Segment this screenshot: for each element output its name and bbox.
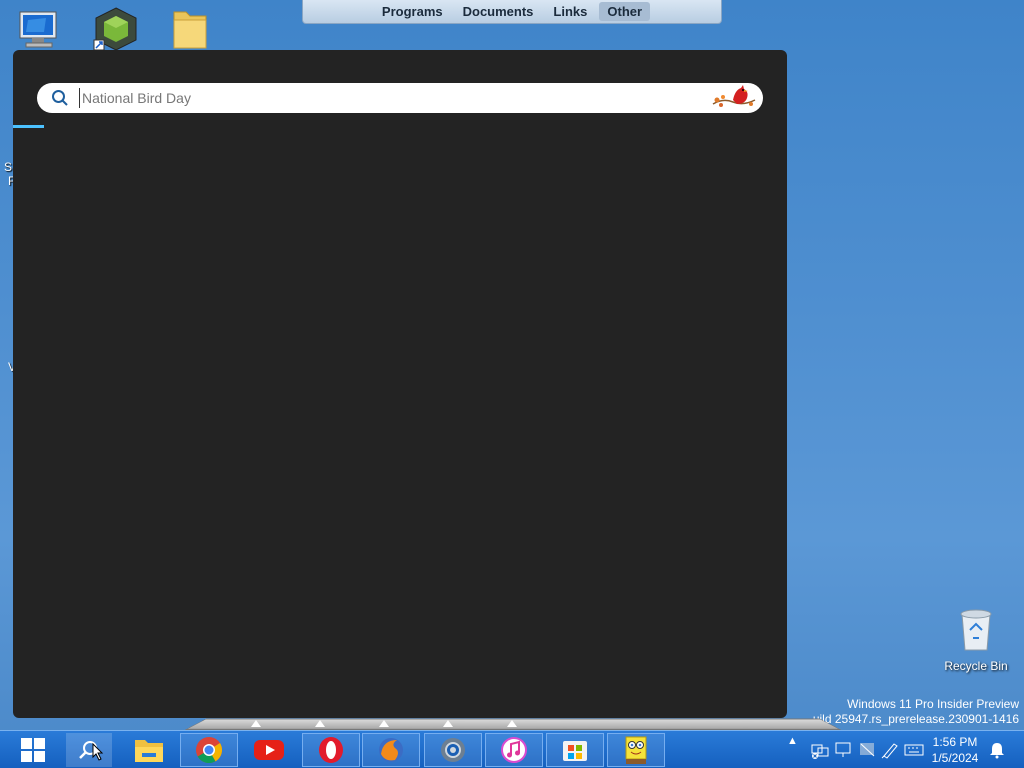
search-box[interactable] <box>37 83 763 113</box>
windows-watermark: Windows 11 Pro Insider Preview uild 2594… <box>813 697 1019 727</box>
mouse-cursor-icon <box>92 743 104 761</box>
search-input[interactable] <box>79 88 699 108</box>
loading-progress-fill <box>13 125 44 128</box>
firefox-icon <box>379 738 403 762</box>
taskbar-file-explorer[interactable] <box>120 733 178 767</box>
taskbar-opera[interactable] <box>302 733 360 767</box>
desktop-edge-text: S <box>4 160 13 174</box>
display-icon[interactable] <box>834 740 854 760</box>
keyboard-icon[interactable] <box>904 740 924 760</box>
watermark-build: uild 25947.rs_prerelease.230901-1416 <box>812 712 1019 726</box>
spongebob-app-icon <box>625 736 647 764</box>
tab-documents[interactable]: Documents <box>455 2 542 21</box>
network-icon[interactable] <box>810 740 830 760</box>
package-shortcut-icon[interactable] <box>92 6 142 52</box>
dock-indicator <box>443 720 453 727</box>
tray-overflow-chevron-icon[interactable]: ▲ <box>787 735 798 747</box>
taskbar-chrome[interactable] <box>180 733 238 767</box>
taskbar-firefox[interactable] <box>362 733 420 767</box>
notification-bell-icon[interactable] <box>988 741 1006 759</box>
folder-icon[interactable] <box>168 6 218 52</box>
dock-indicator <box>251 720 261 727</box>
tab-links[interactable]: Links <box>545 2 595 21</box>
recycle-bin-icon <box>960 609 992 651</box>
file-explorer-icon <box>135 740 163 762</box>
taskbar-microsoft-store[interactable] <box>546 733 604 767</box>
taskbar-spongebob-app[interactable] <box>607 733 665 767</box>
chrome-icon <box>196 737 223 764</box>
clock-date: 1/5/2024 <box>931 751 979 765</box>
recycle-bin[interactable]: Recycle Bin <box>938 606 1014 673</box>
tab-programs[interactable]: Programs <box>374 2 451 21</box>
taskbar-search-button[interactable] <box>66 733 112 767</box>
settings-icon <box>441 738 465 762</box>
taskbar: ▲ 1:56 PM 1/5/2024 <box>0 730 1024 768</box>
pen-icon[interactable] <box>880 740 900 760</box>
clock-time: 1:56 PM <box>932 735 978 749</box>
taskbar-itunes[interactable] <box>485 733 543 767</box>
opera-icon <box>319 737 343 763</box>
search-icon <box>52 90 68 106</box>
loading-progress <box>13 125 787 128</box>
dock-indicator <box>315 720 325 727</box>
itunes-icon <box>501 737 527 763</box>
start-icon <box>21 738 45 762</box>
taskbar-youtube[interactable] <box>240 733 298 767</box>
microsoft-store-icon <box>563 741 587 761</box>
tab-other[interactable]: Other <box>599 2 651 21</box>
search-panel <box>13 50 787 718</box>
speaker-muted-icon[interactable] <box>858 740 878 760</box>
youtube-icon <box>254 740 284 760</box>
system-clock[interactable]: 1:56 PM 1/5/2024 <box>928 734 982 766</box>
taskbar-settings[interactable] <box>424 733 482 767</box>
top-toolbar: Programs Documents Links Other <box>302 0 722 24</box>
dock-indicator <box>507 720 517 727</box>
watermark-edition: Windows 11 Pro Insider Preview <box>847 697 1019 711</box>
dock-indicator <box>379 720 389 727</box>
computer-desktop-icon[interactable] <box>16 8 66 54</box>
recycle-bin-label: Recycle Bin <box>944 659 1008 673</box>
start-button[interactable] <box>4 733 62 767</box>
cardinal-bird-icon[interactable] <box>711 84 757 112</box>
